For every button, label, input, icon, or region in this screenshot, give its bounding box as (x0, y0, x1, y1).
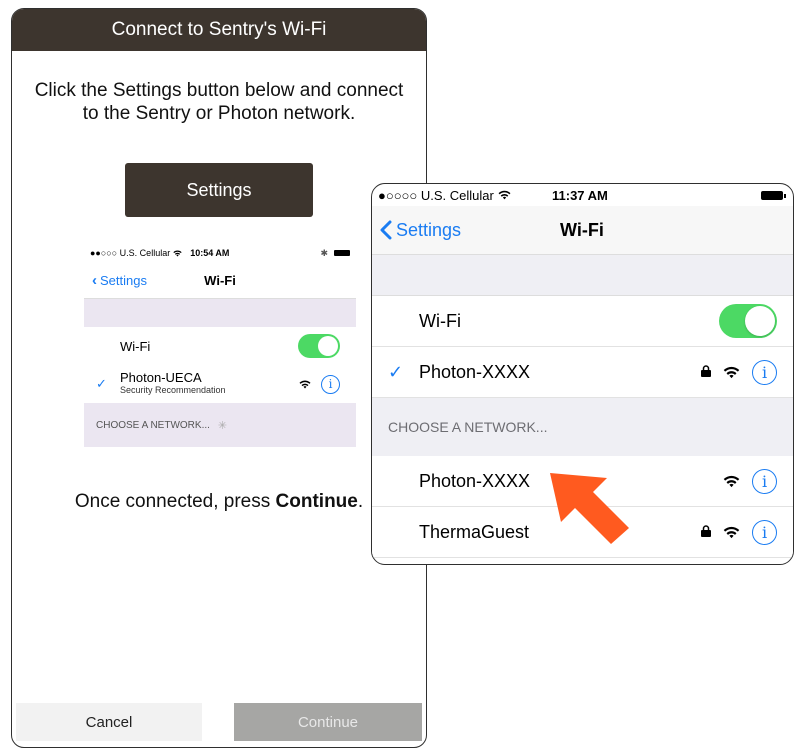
checkmark-icon: ✓ (96, 376, 107, 391)
cancel-button-label: Cancel (85, 713, 133, 731)
settings-button-label: Settings (186, 179, 252, 200)
nav-title: Wi-Fi (560, 219, 604, 240)
battery-icon (761, 190, 786, 200)
choose-network-label: CHOOSE A NETWORK... (96, 419, 210, 431)
wifi-toggle[interactable] (719, 304, 777, 338)
cancel-button[interactable]: Cancel (16, 703, 202, 741)
choose-network-label: CHOOSE A NETWORK... (388, 419, 548, 435)
wifi-icon (723, 526, 740, 538)
info-icon[interactable]: i (752, 359, 777, 385)
connected-network-row[interactable]: ✓ Photon-XXXX i (372, 347, 793, 398)
continue-button[interactable]: Continue (234, 703, 422, 741)
lock-icon (701, 364, 711, 380)
wifi-label: Wi-Fi (419, 310, 461, 331)
wifi-icon (723, 366, 740, 378)
info-icon[interactable]: i (321, 374, 340, 394)
wifi-icon (299, 380, 311, 388)
bluetooth-icon: ✱ (320, 247, 328, 258)
arrow-pointer-icon (550, 473, 629, 544)
title-bar: Connect to Sentry's Wi-Fi (12, 9, 426, 51)
nav-bar: Settings Wi-Fi (372, 206, 793, 254)
page-title: Connect to Sentry's Wi-Fi (111, 19, 327, 40)
nav-title: Wi-Fi (204, 272, 236, 288)
once-connected-suffix: . (357, 491, 364, 512)
continue-button-label: Continue (297, 713, 359, 731)
nav-bar: ‹ Settings Wi-Fi (84, 262, 356, 299)
connected-network-row[interactable]: ✓ Photon-UECA Security Recommendation i (84, 365, 356, 403)
network-name: Photon-XXXX (419, 470, 531, 491)
info-icon[interactable]: i (752, 468, 777, 494)
section-gap (372, 254, 793, 296)
status-bar: ●○○○○ U.S. Cellular 11:37 AM (372, 184, 793, 206)
wifi-toggle-row: Wi-Fi (372, 296, 793, 347)
info-icon[interactable]: i (752, 519, 777, 545)
network-name: Photon-XXXX (419, 361, 531, 382)
instruction-screenshot: ●●○○○ U.S. Cellular 10:54 AM ✱ ‹ Setting… (84, 244, 356, 448)
settings-button[interactable]: Settings (125, 163, 313, 217)
checkmark-icon: ✓ (388, 361, 404, 382)
status-bar: ●●○○○ U.S. Cellular 10:54 AM ✱ (84, 244, 356, 262)
choose-network-header: CHOOSE A NETWORK... (372, 398, 793, 456)
wifi-toggle-row: Wi-Fi (84, 327, 356, 365)
status-time: 11:37 AM (552, 187, 608, 203)
carrier-label: ●○○○○ U.S. Cellular (378, 187, 494, 203)
instructions-text: Click the Settings button below and conn… (34, 80, 404, 124)
section-gap (84, 299, 356, 327)
status-time: 10:54 AM (190, 248, 230, 258)
choose-network-header: CHOOSE A NETWORK... ✳ (84, 403, 356, 447)
battery-icon (334, 250, 350, 256)
wifi-label: Wi-Fi (120, 338, 151, 354)
chevron-left-icon (380, 220, 392, 240)
wifi-icon (498, 190, 511, 200)
network-subtitle: Security Recommendation (120, 385, 226, 395)
spinner-icon: ✳ (217, 419, 228, 432)
wifi-icon (173, 250, 182, 256)
once-connected-prefix: Once connected, press (74, 491, 276, 512)
once-connected-bold: Continue (275, 491, 358, 512)
back-button[interactable]: Settings (380, 220, 461, 241)
lock-icon (701, 524, 711, 540)
wifi-toggle[interactable] (298, 334, 340, 358)
back-label: Settings (396, 219, 462, 240)
connect-wifi-screen: Connect to Sentry's Wi-Fi Click the Sett… (11, 8, 427, 748)
network-name: ThermaGuest (419, 521, 530, 542)
once-connected-text: Once connected, press Continue. (12, 491, 426, 513)
wifi-icon (723, 475, 740, 487)
carrier-label: ●●○○○ U.S. Cellular (90, 248, 171, 258)
network-name: Photon-UECA (120, 370, 202, 385)
